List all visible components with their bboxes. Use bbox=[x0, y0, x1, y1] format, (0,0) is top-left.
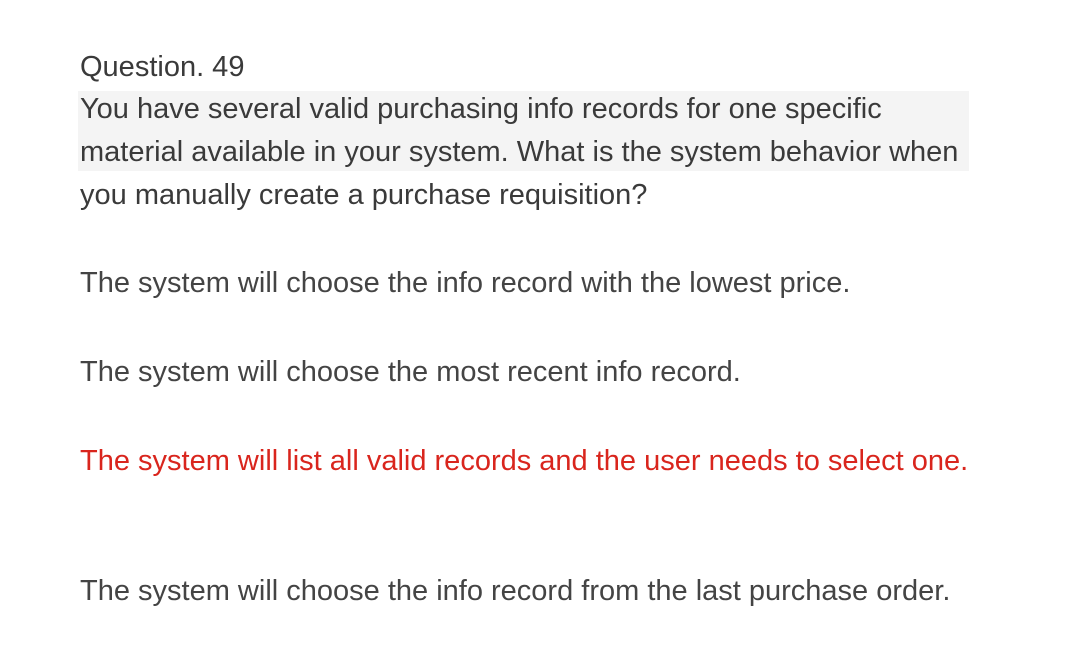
question-text: You have several valid purchasing info r… bbox=[80, 93, 959, 211]
question-number: Question. 49 bbox=[80, 51, 245, 83]
correct-answer-option[interactable]: The system will list all valid records a… bbox=[80, 440, 1000, 483]
answer-option[interactable]: The system will choose the info record f… bbox=[80, 570, 1000, 613]
answer-option[interactable]: The system will choose the most recent i… bbox=[80, 351, 1000, 394]
answer-option[interactable]: The system will choose the info record w… bbox=[80, 262, 1000, 305]
